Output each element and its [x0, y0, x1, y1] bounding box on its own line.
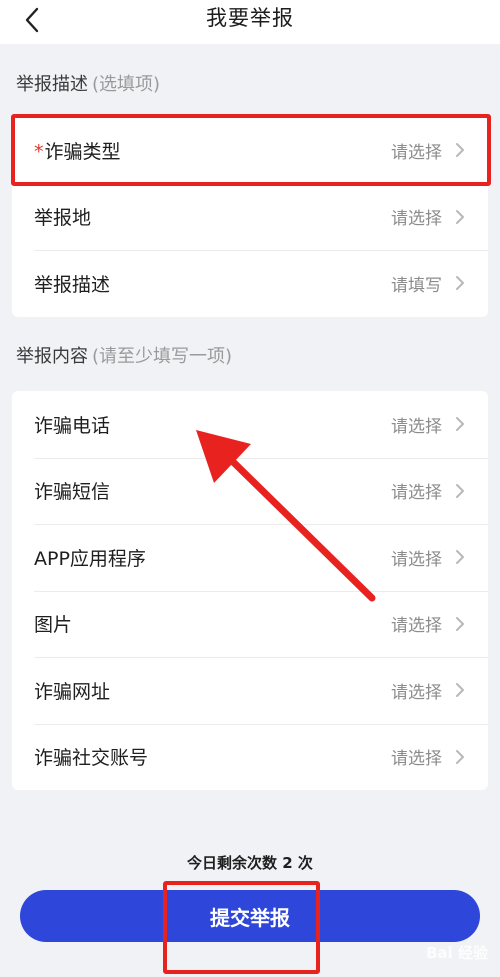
annotation-arrow-icon — [196, 430, 376, 602]
watermark-logo: Bai 经验 — [426, 944, 488, 962]
